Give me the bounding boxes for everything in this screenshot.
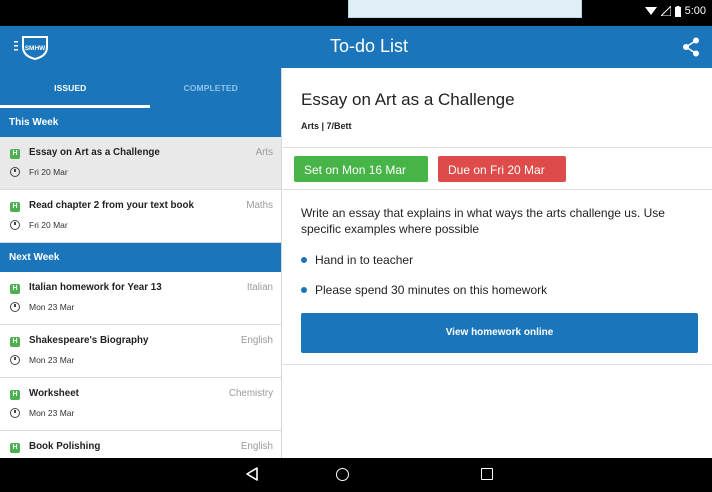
detail-subject-class: Arts | 7/Bett: [301, 121, 352, 131]
tab-completed[interactable]: COMPLETED: [141, 68, 282, 108]
bullet-text: Hand in to teacher: [315, 253, 414, 267]
clock-icon: [10, 408, 20, 418]
list-item-title: Worksheet: [29, 388, 79, 399]
list-item-date: Mon 23 Mar: [29, 408, 75, 418]
signal-icon: [660, 6, 671, 16]
clock-icon: [10, 302, 20, 312]
battery-icon: [674, 5, 681, 17]
divider: [283, 189, 712, 190]
section-header-this-week: This Week: [0, 108, 281, 137]
bullet-dot-icon: [301, 257, 307, 263]
list-item[interactable]: H Shakespeare's Biography English Mon 23…: [0, 325, 281, 378]
homework-badge: H: [10, 284, 20, 294]
list-item[interactable]: H Book Polishing English: [0, 431, 281, 458]
view-homework-online-button[interactable]: View homework online: [301, 313, 698, 353]
list-item-subject: English: [240, 335, 273, 346]
share-icon[interactable]: [682, 37, 700, 57]
svg-text:SMHW: SMHW: [25, 45, 46, 52]
window-tab: [348, 0, 582, 18]
list-item-date: Fri 20 Mar: [29, 220, 68, 230]
homework-description: Write an essay that explains in what way…: [301, 206, 665, 236]
system-nav-bar: [0, 458, 712, 492]
list-item-subject: English: [240, 441, 273, 452]
list-item-subject: Chemistry: [228, 388, 273, 399]
app-bar-title: To-do List: [330, 36, 409, 56]
recent-apps-icon[interactable]: [481, 468, 493, 480]
wifi-icon: [644, 7, 657, 15]
status-bar: 5:00: [0, 0, 712, 26]
list-item[interactable]: H Read chapter 2 from your text book Mat…: [0, 190, 281, 243]
list-item[interactable]: H Worksheet Chemistry Mon 23 Mar: [0, 378, 281, 431]
list-item-title: Book Polishing: [29, 441, 101, 452]
clock-icon: [10, 167, 20, 177]
homework-badge: H: [10, 202, 20, 212]
smhw-logo[interactable]: SMHW: [14, 33, 50, 61]
bullet-item: Hand in to teacher: [301, 253, 413, 267]
homework-badge: H: [10, 149, 20, 159]
set-date-chip: Set on Mon 16 Mar: [294, 156, 428, 182]
list-item-subject: Italian: [246, 282, 273, 293]
tab-issued[interactable]: ISSUED: [0, 68, 141, 108]
divider: [283, 364, 712, 365]
homework-detail-panel: Essay on Art as a Challenge Arts | 7/Bet…: [283, 68, 712, 458]
homework-badge: H: [10, 337, 20, 347]
detail-title: Essay on Art as a Challenge: [301, 90, 515, 109]
list-item-subject: Maths: [246, 200, 273, 211]
due-date-chip: Due on Fri 20 Mar: [438, 156, 566, 182]
list-item-date: Mon 23 Mar: [29, 355, 75, 365]
home-icon[interactable]: [336, 468, 349, 481]
clock-icon: [10, 355, 20, 365]
list-tabs: ISSUED COMPLETED: [0, 68, 281, 108]
divider: [283, 147, 712, 148]
active-tab-indicator: [0, 105, 150, 108]
app-bar: SMHW To-do List: [0, 26, 712, 68]
list-item[interactable]: H Essay on Art as a Challenge Arts Fri 2…: [0, 137, 281, 190]
bullet-text: Please spend 30 minutes on this homework: [315, 283, 548, 297]
back-icon[interactable]: [246, 467, 258, 481]
clock-icon: [10, 220, 20, 230]
list-item-date: Mon 23 Mar: [29, 302, 75, 312]
homework-badge: H: [10, 443, 20, 453]
list-item-title: Essay on Art as a Challenge: [29, 147, 160, 158]
list-item-subject: Arts: [255, 147, 273, 158]
list-item-date: Fri 20 Mar: [29, 167, 68, 177]
bullet-item: Please spend 30 minutes on this homework: [301, 283, 547, 297]
list-item[interactable]: H Italian homework for Year 13 Italian M…: [0, 272, 281, 325]
list-item-title: Shakespeare's Biography: [29, 335, 149, 346]
tablet-screen: 5:00 SMHW To-do List ISSUED COMPLETED Th…: [0, 0, 712, 492]
homework-list-panel: ISSUED COMPLETED This Week H Essay on Ar…: [0, 68, 282, 458]
bullet-dot-icon: [301, 287, 307, 293]
section-header-next-week: Next Week: [0, 243, 281, 272]
status-indicators: 5:00: [644, 5, 706, 17]
list-item-title: Read chapter 2 from your text book: [29, 200, 194, 211]
list-item-title: Italian homework for Year 13: [29, 282, 162, 293]
homework-badge: H: [10, 390, 20, 400]
status-time: 5:00: [684, 5, 706, 17]
